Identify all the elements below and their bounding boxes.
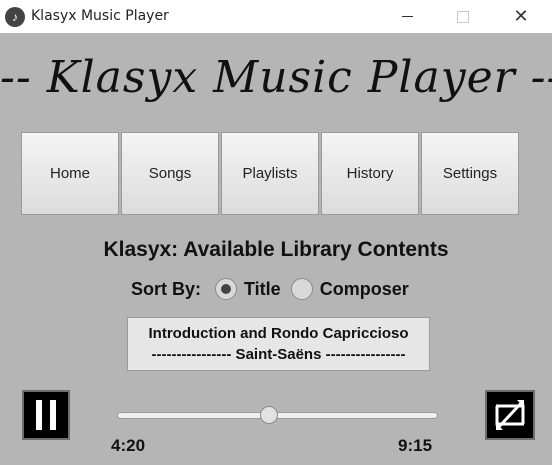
sort-title-label[interactable]: Title bbox=[244, 279, 281, 300]
pause-button[interactable] bbox=[22, 390, 70, 440]
library-heading: Klasyx: Available Library Contents bbox=[103, 238, 449, 261]
minimize-icon bbox=[401, 16, 413, 17]
song-item-button[interactable]: Introduction and Rondo Capriccioso -----… bbox=[127, 317, 430, 371]
shuffle-icon bbox=[495, 399, 525, 431]
sort-title-radio[interactable] bbox=[215, 278, 238, 300]
sort-composer-label[interactable]: Composer bbox=[320, 279, 409, 300]
nav-home-button[interactable]: Home bbox=[21, 132, 119, 215]
close-icon: ✕ bbox=[513, 5, 529, 27]
sort-composer-radio[interactable] bbox=[290, 278, 313, 300]
pause-icon-bar bbox=[50, 400, 56, 430]
sort-controls: Sort By: Title Composer bbox=[131, 278, 419, 300]
progress-slider-track[interactable] bbox=[117, 412, 438, 419]
sort-label: Sort By: bbox=[131, 278, 202, 299]
close-button[interactable]: ✕ bbox=[498, 0, 544, 33]
maximize-icon bbox=[457, 10, 469, 23]
app-banner: -- Klasyx Music Player -- bbox=[0, 52, 552, 103]
title-bar: ♪ Klasyx Music Player ✕ bbox=[0, 0, 552, 33]
nav-playlists-button[interactable]: Playlists bbox=[221, 132, 319, 215]
nav-history-button[interactable]: History bbox=[321, 132, 419, 215]
progress-slider-thumb[interactable] bbox=[259, 406, 278, 424]
shuffle-button[interactable] bbox=[485, 390, 535, 440]
nav-settings-button[interactable]: Settings bbox=[421, 132, 519, 215]
song-composer: ---------------- Saint-Saëns -----------… bbox=[151, 346, 406, 363]
nav-songs-button[interactable]: Songs bbox=[121, 132, 219, 215]
total-time: 9:15 bbox=[398, 436, 433, 455]
window-title: Klasyx Music Player bbox=[31, 8, 169, 24]
maximize-button[interactable] bbox=[440, 0, 486, 33]
pause-icon bbox=[36, 400, 42, 430]
song-title: Introduction and Rondo Capriccioso bbox=[148, 325, 409, 342]
music-note-icon: ♪ bbox=[5, 7, 25, 27]
main-nav: Home Songs Playlists History Settings bbox=[21, 132, 521, 217]
minimize-button[interactable] bbox=[384, 0, 430, 33]
elapsed-time: 4:20 bbox=[111, 436, 146, 455]
radio-selected-dot bbox=[221, 284, 232, 294]
